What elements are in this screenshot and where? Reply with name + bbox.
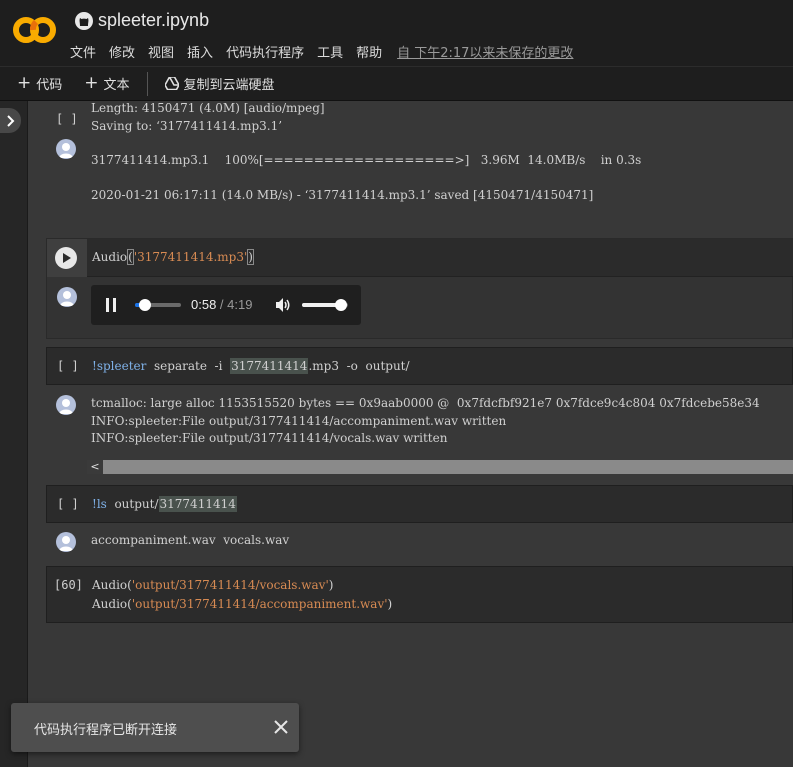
highlighted-token: 3177411414	[230, 358, 309, 374]
menu-view[interactable]: 视图	[148, 42, 174, 61]
audio-player: 0:58 / 4:19	[91, 285, 361, 325]
google-drive-icon	[164, 77, 179, 90]
plus-icon: +	[84, 73, 99, 93]
output-avatar-icon	[56, 532, 76, 552]
output-line: Saving to: ‘3177411414.mp3.1’	[91, 119, 283, 133]
plus-icon: +	[17, 73, 32, 93]
menu-file[interactable]: 文件	[70, 42, 96, 61]
exec-count[interactable]: [ ]	[57, 497, 79, 511]
output-cell-1: [ ] Length: 4150471 (4.0M) [audio/mpeg] …	[46, 101, 793, 229]
code-line[interactable]: Audio('3177411414.mp3')	[92, 249, 254, 265]
menu-insert[interactable]: 插入	[187, 42, 213, 61]
output-line: 2020-01-21 06:17:11 (14.0 MB/s) - ‘31774…	[91, 188, 594, 202]
output-avatar-icon	[57, 287, 77, 307]
seek-track[interactable]	[135, 299, 181, 311]
toast-message: 代码执行程序已断开连接	[34, 723, 178, 738]
colab-logo[interactable]	[12, 13, 56, 47]
left-sidebar-rail	[0, 101, 28, 767]
menu-tools[interactable]: 工具	[317, 42, 343, 61]
menu-help[interactable]: 帮助	[356, 42, 382, 61]
code-cell-audio-outputs[interactable]: [60] Audio('output/3177411414/vocals.wav…	[46, 566, 793, 623]
current-time: 0:58	[191, 297, 217, 312]
output-cell-ls: accompaniment.wav vocals.wav	[46, 524, 793, 560]
add-text-label: 文本	[103, 78, 130, 93]
fn-name: Audio	[92, 250, 128, 264]
output-line: accompaniment.wav vocals.wav	[91, 533, 290, 547]
exec-count[interactable]: [ ]	[56, 112, 78, 126]
paren: )	[387, 597, 393, 611]
code-line[interactable]: Audio('output/3177411414/vocals.wav')	[92, 578, 333, 592]
scroll-left-arrow-icon[interactable]: <	[87, 460, 103, 474]
app-header: spleeter.ipynb 文件 修改 视图 插入 代码执行程序 工具 帮助 …	[0, 0, 793, 66]
copy-to-drive-label: 复制到云端硬盘	[183, 78, 275, 93]
output-line: INFO:spleeter:File output/3177411414/voc…	[91, 431, 448, 445]
fn-name: Audio(	[92, 597, 132, 611]
time-display: 0:58 / 4:19	[191, 297, 252, 312]
notebook-toolbar: + 代码 + 文本 复制到云端硬盘	[0, 66, 793, 101]
chevron-right-icon	[6, 114, 14, 127]
code-args: .mp3 -o output/	[308, 359, 410, 373]
code-line[interactable]: Audio('output/3177411414/accompaniment.w…	[92, 597, 392, 611]
notebook-title[interactable]: spleeter.ipynb	[98, 10, 209, 31]
string-literal: 'output/3177411414/accompaniment.wav'	[131, 597, 388, 611]
bracket: )	[247, 249, 254, 265]
close-icon[interactable]	[269, 715, 293, 739]
bracket: (	[127, 249, 134, 265]
output-line: INFO:spleeter:File output/3177411414/acc…	[91, 414, 507, 428]
output-avatar-icon	[56, 139, 76, 159]
output-line: tcmalloc: large alloc 1153515520 bytes =…	[91, 396, 760, 410]
fn-name: Audio(	[92, 578, 132, 592]
code-cell-ls[interactable]: [ ] !ls output/3177411414	[46, 485, 793, 523]
shell-command: !ls	[92, 497, 107, 511]
volume-handle[interactable]	[335, 299, 348, 311]
menu-edit[interactable]: 修改	[109, 42, 135, 61]
toolbar-divider	[146, 71, 148, 96]
unsaved-changes-link[interactable]: 自 下午2:17以来未保存的更改	[397, 42, 573, 61]
output-line: Length: 4150471 (4.0M) [audio/mpeg]	[91, 101, 325, 115]
seek-handle[interactable]	[139, 299, 152, 311]
code-line[interactable]: !spleeter separate -i 3177411414.mp3 -o …	[92, 358, 410, 374]
add-code-button[interactable]: + 代码	[17, 73, 63, 94]
github-icon	[75, 11, 93, 30]
code-cell-spleeter[interactable]: [ ] !spleeter separate -i 3177411414.mp3…	[46, 347, 793, 385]
time-separator: /	[216, 297, 228, 312]
copy-to-drive-button[interactable]: 复制到云端硬盘	[164, 74, 275, 93]
code-args: separate -i	[146, 359, 231, 373]
exec-count[interactable]: [ ]	[57, 359, 79, 373]
menu-runtime[interactable]: 代码执行程序	[226, 42, 304, 61]
output-line: 3177411414.mp3.1 100%[==================…	[91, 153, 642, 167]
add-text-button[interactable]: + 文本	[84, 73, 130, 94]
menu-bar: 文件 修改 视图 插入 代码执行程序 工具 帮助 自 下午2:17以来未保存的更…	[70, 42, 586, 61]
volume-icon[interactable]	[275, 297, 291, 313]
disconnected-toast: 代码执行程序已断开连接	[11, 703, 299, 752]
highlighted-token: 3177411414	[158, 496, 237, 512]
paren: )	[328, 578, 334, 592]
output-avatar-icon	[56, 395, 76, 415]
total-time: 4:19	[227, 297, 253, 312]
code-args: output/	[106, 497, 159, 511]
pause-icon[interactable]	[105, 298, 117, 312]
exec-count[interactable]: [60]	[54, 578, 83, 592]
add-code-label: 代码	[36, 78, 63, 93]
shell-command: !spleeter	[92, 359, 147, 373]
string-literal: 'output/3177411414/vocals.wav'	[131, 578, 329, 592]
run-cell-button[interactable]	[55, 247, 77, 269]
code-line[interactable]: !ls output/3177411414	[92, 496, 237, 512]
volume-track[interactable]	[302, 299, 348, 311]
string-literal: '3177411414.mp3'	[133, 250, 248, 264]
output-horizontal-scrollbar[interactable]: <	[87, 460, 793, 474]
play-icon	[63, 253, 71, 263]
